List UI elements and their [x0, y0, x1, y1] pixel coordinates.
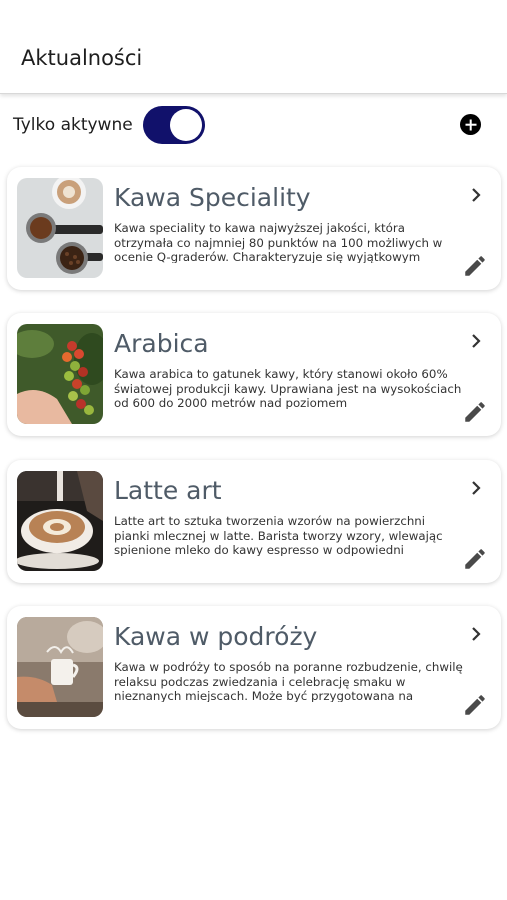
pencil-icon[interactable]	[462, 692, 488, 718]
article-card[interactable]: Kawa w podróży Kawa w podróży to sposób …	[7, 606, 501, 729]
filter-row: Tylko aktywne	[0, 104, 507, 146]
article-image	[17, 471, 103, 571]
article-title: Latte art	[114, 476, 222, 505]
article-title: Kawa w podróży	[114, 622, 318, 651]
app-bar: Aktualności	[0, 0, 507, 94]
active-filter-label: Tylko aktywne	[13, 115, 133, 135]
chevron-right-icon[interactable]	[469, 626, 483, 642]
pencil-icon[interactable]	[462, 253, 488, 279]
chevron-right-icon[interactable]	[469, 480, 483, 496]
chevron-right-icon[interactable]	[469, 333, 483, 349]
article-image	[17, 324, 103, 424]
article-title: Arabica	[114, 329, 209, 358]
article-description: Kawa arabica to gatunek kawy, który stan…	[114, 367, 462, 409]
article-description: Latte art to sztuka tworzenia wzorów na …	[114, 514, 443, 556]
page-title: Aktualności	[21, 46, 143, 70]
add-circle-icon[interactable]	[460, 114, 481, 135]
article-title: Kawa Speciality	[114, 183, 311, 212]
article-card[interactable]: Arabica Kawa arabica to gatunek kawy, kt…	[7, 313, 501, 436]
pencil-icon[interactable]	[462, 399, 488, 425]
article-description: Kawa w podróży to sposób na poranne rozb…	[114, 660, 463, 702]
article-image	[17, 617, 103, 717]
article-description: Kawa speciality to kawa najwyższej jakoś…	[114, 221, 443, 263]
article-card[interactable]: Kawa Speciality Kawa speciality to kawa …	[7, 167, 501, 290]
active-only-toggle[interactable]	[143, 106, 205, 144]
chevron-right-icon[interactable]	[469, 187, 483, 203]
article-card[interactable]: Latte art Latte art to sztuka tworzenia …	[7, 460, 501, 583]
pencil-icon[interactable]	[462, 546, 488, 572]
toggle-knob	[170, 109, 202, 141]
article-image	[17, 178, 103, 278]
